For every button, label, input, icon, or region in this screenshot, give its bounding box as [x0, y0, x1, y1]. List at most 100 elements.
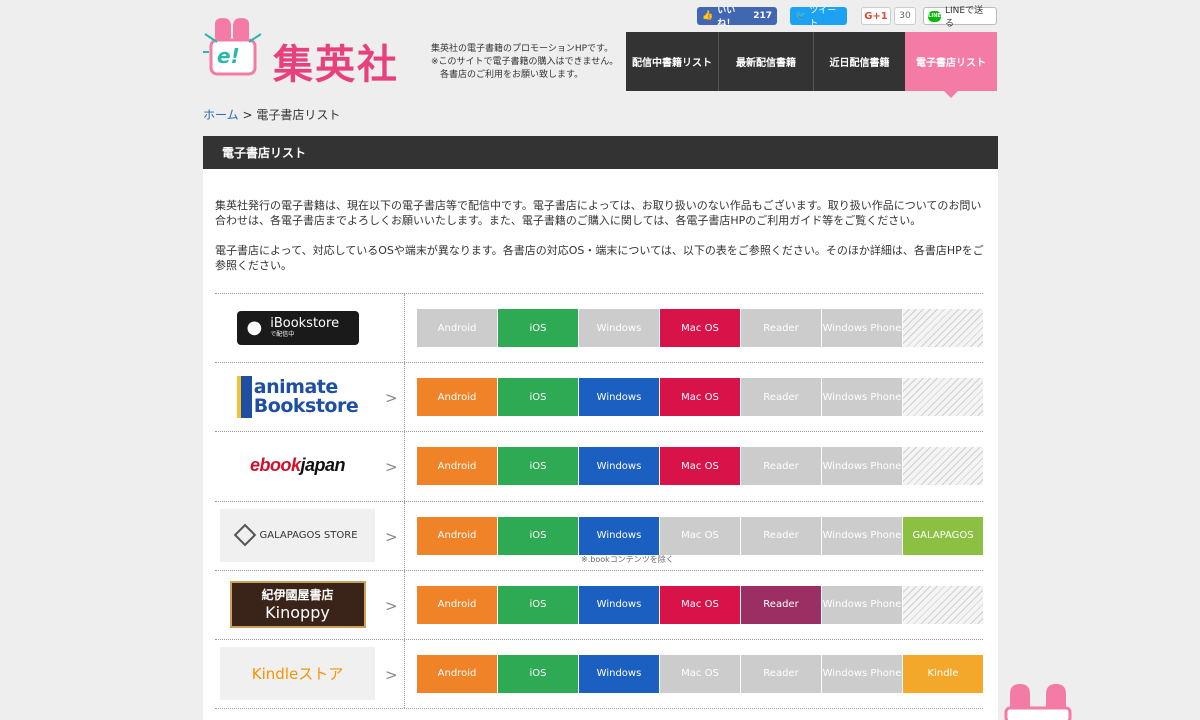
store-logo-cell: animate Bookstore >	[215, 363, 405, 432]
kindle-logo-text: Kindleストア	[251, 664, 344, 683]
platform-empty	[903, 378, 983, 417]
breadcrumb: ホーム > 電子書店リスト	[203, 106, 340, 123]
platform-list: Android iOS Windows Mac OS Reader Windows Pho…	[417, 447, 983, 486]
platform-windows: Windows	[579, 516, 659, 555]
platform-windows-phone: Windows Phone	[822, 447, 902, 486]
platform-mac-os: Mac OS	[660, 654, 740, 693]
platform-empty	[903, 447, 983, 486]
kinoppy-logo[interactable]: 紀伊國屋書店 Kinoppy	[220, 578, 375, 631]
platform-note: ※.bookコンテンツを除く	[581, 554, 674, 564]
platform-mac-os: Mac OS	[660, 309, 740, 347]
ibookstore-logo-title: iBookstore	[270, 315, 340, 331]
platform-windows-phone: Windows Phone	[822, 378, 902, 417]
chevron-right-icon[interactable]: >	[385, 389, 398, 407]
platform-reader: Reader	[741, 516, 821, 555]
like-label: いいね！	[717, 6, 736, 29]
galapagos-mark-icon	[234, 523, 257, 547]
apple-icon: ●	[246, 317, 263, 338]
breadcrumb-home-link[interactable]: ホーム	[203, 108, 239, 122]
platform-android: Android	[417, 585, 497, 624]
platform-empty	[903, 309, 983, 347]
platform-windows: Windows	[579, 585, 659, 624]
google-plus-button[interactable]: G+1	[861, 7, 891, 25]
platform-galapagos: GALAPAGOS	[903, 516, 983, 555]
platform-windows-phone: Windows Phone	[822, 309, 902, 347]
breadcrumb-current: 電子書店リスト	[256, 108, 341, 122]
tweet-label: ツイート	[809, 6, 837, 29]
thumbs-up-icon: 👍	[702, 11, 714, 21]
platform-mac-os: Mac OS	[660, 447, 740, 486]
tagline-line: 集英社の電子書籍のプロモーションHPです。	[431, 44, 614, 54]
intro-text: 集英社発行の電子書籍は、現在以下の電子書店等で配信中です。電子書店によっては、お…	[215, 198, 987, 273]
store-row-animate: animate Bookstore > Android iOS Windows Mac…	[215, 363, 983, 433]
platform-reader: Reader	[741, 378, 821, 417]
twitter-bird-icon: 🐦	[795, 11, 807, 21]
platform-list: Android iOS Windows Mac OS Reader Windows Pho…	[417, 585, 983, 624]
platform-reader: Reader	[741, 309, 821, 347]
animate-bookstore-logo[interactable]: animate Bookstore	[220, 370, 375, 423]
gplus-label: G+1	[864, 10, 888, 22]
nav-item-distributing-list[interactable]: 配信中書籍リスト	[626, 32, 718, 91]
platform-windows: Windows	[579, 309, 659, 347]
tweet-button[interactable]: 🐦 ツイート	[790, 6, 847, 29]
like-count: 217	[753, 11, 772, 21]
facebook-like-button[interactable]: 👍 いいね！ 217	[697, 6, 777, 29]
store-logo-cell: GALAPAGOS STORE >	[215, 501, 405, 570]
kinoppy-logo-line: 紀伊國屋書店	[261, 588, 334, 603]
platform-ios: iOS	[498, 447, 578, 486]
store-row-ebookjapan: ebook japan > Android iOS Windows Mac OS Read…	[215, 432, 983, 502]
google-plus-count: 30	[894, 7, 916, 25]
platform-mac-os: Mac OS	[660, 585, 740, 624]
platform-reader: Reader	[741, 654, 821, 693]
chevron-right-icon[interactable]: >	[385, 458, 398, 476]
platform-ios: iOS	[498, 309, 578, 347]
platform-windows-phone: Windows Phone	[822, 516, 902, 555]
platform-windows-phone: Windows Phone	[822, 654, 902, 693]
galapagos-store-logo[interactable]: GALAPAGOS STORE	[220, 508, 375, 562]
site-header: e! 集英社 集英社の電子書籍のプロモーションHPです。 ※このサイトで電子書籍…	[203, 0, 998, 100]
intro-paragraph: 電子書店によって、対応しているOSや端末が異なります。各書店の対応OS・端末につ…	[215, 244, 984, 272]
store-logo-cell: ● iBookstore で配信中	[215, 294, 405, 363]
kindle-store-logo[interactable]: Kindleストア	[220, 646, 375, 700]
animate-logo-line: animate	[253, 375, 338, 398]
platform-android: Android	[417, 378, 497, 417]
platform-list: Android iOS Windows Mac OS Reader Windows Pho…	[417, 309, 983, 347]
platform-mac-os: Mac OS	[660, 378, 740, 417]
section-title: 電子書店リスト	[203, 136, 998, 169]
nav-item-store-list[interactable]: 電子書店リスト	[905, 32, 997, 98]
chevron-right-icon[interactable]: >	[385, 528, 398, 546]
platform-ios: iOS	[498, 654, 578, 693]
platform-mac-os: Mac OS	[660, 516, 740, 555]
ibookstore-logo-subtitle: で配信中	[270, 330, 295, 338]
logo-badge: e!	[217, 44, 240, 68]
platform-reader: Reader	[741, 447, 821, 486]
ibookstore-logo[interactable]: ● iBookstore で配信中	[220, 301, 375, 354]
line-share-button[interactable]: LINE LINEで送る	[923, 6, 997, 29]
kinoppy-logo-line: Kinoppy	[265, 603, 330, 623]
chevron-right-icon[interactable]: >	[385, 597, 398, 615]
platform-empty	[903, 585, 983, 624]
store-row-kinoppy: 紀伊國屋書店 Kinoppy > Android iOS Windows Mac OS…	[215, 570, 983, 640]
breadcrumb-separator: >	[238, 108, 257, 122]
site-logo[interactable]: e! 集英社	[203, 14, 428, 88]
platform-reader: Reader	[741, 585, 821, 624]
store-row-galapagos: GALAPAGOS STORE > Android iOS Windows Mac O…	[215, 501, 983, 571]
platform-windows: Windows	[579, 447, 659, 486]
main-content: 電子書店リスト 集英社発行の電子書籍は、現在以下の電子書店等で配信中です。電子書…	[203, 136, 998, 720]
platform-android: Android	[417, 309, 497, 347]
ebookjapan-logo-part: ebook	[249, 455, 301, 476]
nav-item-latest[interactable]: 最新配信書籍	[718, 32, 813, 91]
platform-ios: iOS	[498, 585, 578, 624]
store-row-ibookstore: ● iBookstore で配信中 Android iOS Windows Mac O…	[215, 294, 983, 364]
chevron-right-icon[interactable]: >	[385, 666, 398, 684]
nav-item-upcoming[interactable]: 近日配信書籍	[813, 32, 905, 91]
ebookjapan-logo-part: japan	[300, 455, 346, 476]
ebookjapan-logo[interactable]: ebook japan	[220, 439, 375, 492]
store-logo-cell: Kindleストア >	[215, 639, 405, 709]
gplus-count-value: 30	[899, 11, 911, 21]
main-nav: 配信中書籍リスト 最新配信書籍 近日配信書籍 電子書店リスト	[626, 32, 997, 98]
platform-android: Android	[417, 516, 497, 555]
platform-android: Android	[417, 654, 497, 693]
book-icon	[236, 375, 252, 418]
tagline-line: 各書店のご利用をお願い致します。	[431, 70, 584, 80]
